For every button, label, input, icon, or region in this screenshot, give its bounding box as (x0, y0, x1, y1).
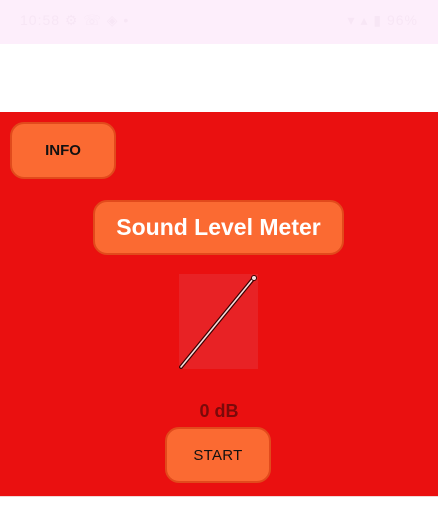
gauge-needle (180, 278, 254, 368)
header-blank-area (0, 44, 438, 112)
status-bar-right: ▾ ▴ ▮ 96% (347, 12, 418, 28)
app-title-label: Sound Level Meter (116, 214, 321, 240)
gauge-needle-svg (179, 275, 257, 369)
bottom-strip (0, 496, 438, 512)
start-button[interactable]: START (165, 427, 271, 483)
status-bar-left: 10:58 ⚙ ☏ ◈ • (20, 12, 130, 28)
start-button-label: START (193, 446, 243, 464)
needle-gauge-icon (179, 274, 258, 369)
db-reading: 0 dB (199, 401, 239, 421)
info-button-label: INFO (45, 142, 81, 159)
gauge-needle-tip (251, 275, 257, 281)
status-bar: 10:58 ⚙ ☏ ◈ • ▾ ▴ ▮ 96% (0, 0, 438, 44)
app-title-button[interactable]: Sound Level Meter (93, 200, 344, 255)
info-button[interactable]: INFO (10, 122, 116, 179)
